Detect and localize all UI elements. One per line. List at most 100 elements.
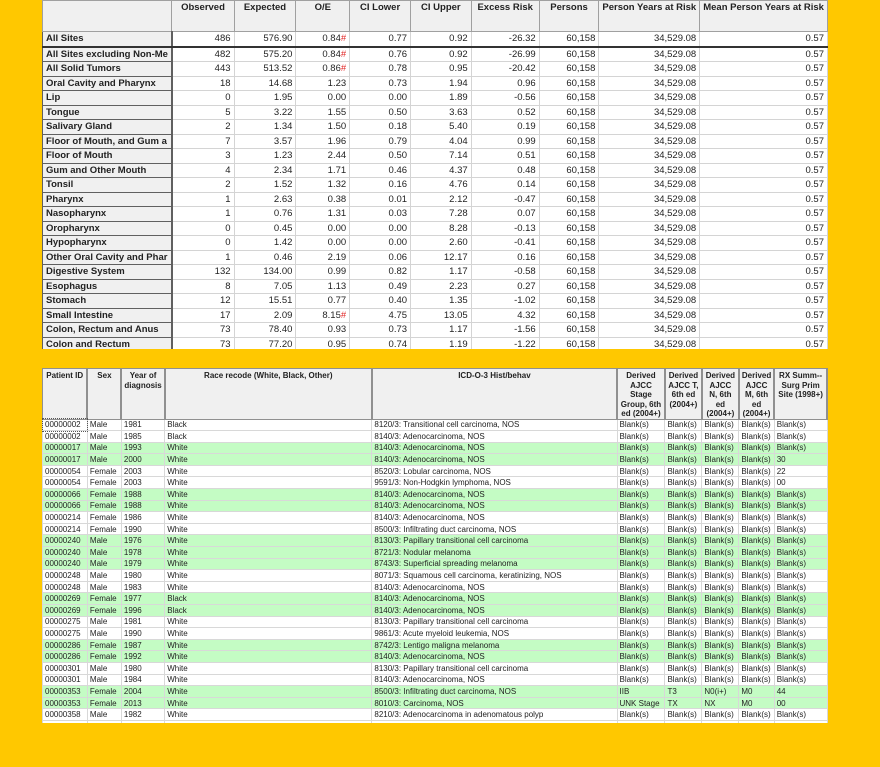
site-label[interactable]: Colon, Rectum and Anus bbox=[42, 322, 173, 338]
table-row[interactable]: Pharynx 1 2.63 0.38 0.01 2.12 -0.47 60,158 34,52… bbox=[42, 191, 828, 207]
site-label[interactable]: Oropharynx bbox=[42, 220, 173, 236]
table-row[interactable]: 00000248 Male 1983 White 8140/3: Adenocarcin… bbox=[42, 580, 828, 594]
table-row[interactable]: All Solid Tumors 443 513.52 0.86# 0.78 0.95 -2… bbox=[42, 61, 828, 77]
site-label[interactable]: Tonsil bbox=[42, 177, 173, 193]
table-row[interactable]: 00000054 Female 2003 White 9591/3: Non-Hodgk… bbox=[42, 476, 828, 490]
table-row[interactable]: Other Oral Cavity and Phar 1 0.46 2.19 0.06 1… bbox=[42, 249, 828, 265]
column-header[interactable]: ICD-O-3 Hist/behav bbox=[371, 368, 619, 420]
column-header[interactable]: O/E bbox=[295, 0, 351, 32]
table-row[interactable]: Oropharynx 0 0.45 0.00 0.00 8.28 -0.13 60,158 34… bbox=[42, 220, 828, 236]
table-row[interactable]: 00000240 Male 1978 White 8721/3: Nodular mel… bbox=[42, 546, 828, 559]
table-row[interactable]: 00000002 Male 1985 Black 8140/3: Adenocarcin… bbox=[42, 430, 828, 443]
column-header[interactable]: Derived AJCC T, 6th ed (2004+) bbox=[664, 368, 703, 420]
column-header[interactable]: Persons bbox=[538, 0, 600, 32]
site-label[interactable]: Salivary Gland bbox=[42, 119, 173, 135]
table-row[interactable]: Floor of Mouth, and Gum a 7 3.57 1.96 0.79 4.… bbox=[42, 133, 828, 149]
table-row[interactable]: All Sites 486 576.90 0.84# 0.77 0.92 -26.32 60,… bbox=[42, 31, 828, 48]
table-row[interactable]: 00000275 Male 1981 White 8130/3: Papillary t… bbox=[42, 615, 828, 629]
table-row[interactable]: 00000017 Male 2000 White 8140/3: Adenocarcin… bbox=[42, 453, 828, 466]
table-row[interactable]: Hypopharynx 0 1.42 0.00 0.00 2.60 -0.41 60,158 3… bbox=[42, 235, 828, 251]
table-row[interactable]: 00000301 Male 1984 White 8140/3: Adenocarcin… bbox=[42, 673, 828, 687]
column-header[interactable]: CI Lower bbox=[349, 0, 412, 32]
table-row[interactable]: 00000286 Female 1987 White 8742/3: Lentigo m… bbox=[42, 638, 828, 652]
table-cell: Blank(s) bbox=[773, 430, 828, 443]
column-header[interactable]: Year of diagnosis bbox=[120, 368, 166, 420]
table-row[interactable]: Colon and Rectum 73 77.20 0.95 0.74 1.19 -1.22… bbox=[42, 336, 828, 349]
table-row[interactable]: 00000269 Female 1977 Black 8140/3: Adenocarc… bbox=[42, 592, 828, 605]
table-cell: 00000054 bbox=[42, 464, 88, 478]
table-row[interactable]: 00000353 Female 2013 White 8010/3: Carcinoma… bbox=[42, 696, 828, 710]
table-row[interactable]: 00000240 Male 1979 White 8743/3: Superficial… bbox=[42, 557, 828, 571]
site-label[interactable]: Digestive System bbox=[42, 264, 173, 280]
table-row[interactable]: 00000214 Female 1990 White 8500/3: Infiltrat… bbox=[42, 522, 828, 536]
table-row[interactable]: Nasopharynx 1 0.76 1.31 0.03 7.28 0.07 60,158 34… bbox=[42, 206, 828, 222]
column-header[interactable]: Mean Person Years at Risk bbox=[699, 0, 828, 32]
column-header[interactable]: Excess Risk bbox=[470, 0, 540, 32]
site-label[interactable]: Pharynx bbox=[42, 191, 173, 207]
table-row[interactable]: 00000214 Female 1986 White 8140/3: Adenocarc… bbox=[42, 511, 828, 524]
table-row[interactable]: 00000066 Female 1988 White 8140/3: Adenocarc… bbox=[42, 499, 828, 513]
site-label[interactable]: Lip bbox=[42, 90, 173, 106]
site-label[interactable]: Floor of Mouth, and Gum a bbox=[42, 133, 173, 149]
table-cell: 34,529.08 bbox=[598, 278, 701, 294]
table-row[interactable]: Colon, Rectum and Anus 73 78.40 0.93 0.73 1.1… bbox=[42, 322, 828, 338]
column-header[interactable]: Sex bbox=[86, 368, 123, 420]
column-header[interactable] bbox=[42, 0, 173, 32]
table-cell: 0.82 bbox=[349, 264, 412, 280]
column-header[interactable]: Derived AJCC N, 6th ed (2004+) bbox=[701, 368, 740, 420]
column-header[interactable]: Observed bbox=[171, 0, 235, 32]
table-cell: Blank(s) bbox=[773, 418, 828, 432]
site-label[interactable]: All Sites excluding Non-Me bbox=[42, 46, 173, 62]
site-label[interactable]: Tongue bbox=[42, 104, 173, 120]
table-row[interactable]: Digestive System 132 134.00 0.99 0.82 1.17 -0.… bbox=[42, 264, 828, 280]
table-row[interactable]: 00000017 Male 1993 White 8140/3: Adenocarcin… bbox=[42, 441, 828, 455]
table-row[interactable]: Tonsil 2 1.52 1.32 0.16 4.76 0.14 60,158 34,529.… bbox=[42, 177, 828, 193]
table-cell: Blank(s) bbox=[738, 476, 775, 490]
site-label[interactable]: All Solid Tumors bbox=[42, 61, 173, 77]
table-cell: 60,158 bbox=[538, 75, 600, 91]
column-header[interactable]: Expected bbox=[233, 0, 297, 32]
table-row[interactable]: 00000054 Female 2003 White 8520/3: Lobular c… bbox=[42, 464, 828, 478]
column-header[interactable]: Derived AJCC Stage Group, 6th ed (2004+) bbox=[616, 368, 666, 420]
table-row[interactable]: 00000248 Male 1980 White 8071/3: Squamous ce… bbox=[42, 569, 828, 582]
site-label[interactable]: Stomach bbox=[42, 293, 173, 309]
table-row[interactable]: 00000002 Male 1981 Black 8120/3: Transitiona… bbox=[42, 418, 828, 432]
table-cell: 00000002 bbox=[42, 430, 88, 443]
table-row[interactable]: All Sites excluding Non-Me 482 575.20 0.84#… bbox=[42, 46, 828, 62]
table-row[interactable]: 00000353 Female 2004 White 8500/3: Infiltrat… bbox=[42, 685, 828, 698]
site-label[interactable]: Gum and Other Mouth bbox=[42, 162, 173, 178]
column-header[interactable]: Patient ID bbox=[42, 368, 89, 420]
site-label[interactable]: Hypopharynx bbox=[42, 235, 173, 251]
table-row[interactable]: Lip 0 1.95 0.00 0.00 1.89 -0.56 60,158 34,529.08… bbox=[42, 90, 828, 106]
table-row[interactable]: Tongue 5 3.22 1.55 0.50 3.63 0.52 60,158 34,529.… bbox=[42, 104, 828, 120]
table-row[interactable]: Stomach 12 15.51 0.77 0.40 1.35 -1.02 60,158 34,… bbox=[42, 293, 828, 309]
table-row[interactable]: Small Intestine 17 2.09 8.15# 4.75 13.05 4.32 6… bbox=[42, 307, 828, 323]
site-label[interactable]: Floor of Mouth bbox=[42, 148, 173, 164]
column-header[interactable]: Person Years at Risk bbox=[598, 0, 701, 32]
column-header[interactable]: CI Upper bbox=[410, 0, 472, 32]
column-header[interactable]: Derived AJCC M, 6th ed (2004+) bbox=[738, 368, 776, 420]
table-row[interactable]: 00000269 Female 1996 Black 8140/3: Adenocarc… bbox=[42, 604, 828, 617]
table-row[interactable]: 00000275 Male 1990 White 9861/3: Acute myelo… bbox=[42, 627, 828, 640]
site-label[interactable]: Nasopharynx bbox=[42, 206, 173, 222]
table-row[interactable]: 00000066 Female 1988 White 8140/3: Adenocarc… bbox=[42, 488, 828, 501]
table-row[interactable]: 00000358 Male 1982 White 8210/3: Adenocarcin… bbox=[42, 708, 828, 721]
table-row[interactable]: Salivary Gland 2 1.34 1.50 0.18 5.40 0.19 60,15… bbox=[42, 119, 828, 135]
table-cell: 8140/3: Adenocarcinoma, NOS bbox=[371, 719, 618, 723]
site-label[interactable]: Small Intestine bbox=[42, 307, 173, 323]
table-row[interactable]: Esophagus 8 7.05 1.13 0.49 2.23 0.27 60,158 34,5… bbox=[42, 278, 828, 294]
table-row[interactable]: 00000301 Male 1980 White 8130/3: Papillary t… bbox=[42, 661, 828, 675]
site-label[interactable]: Colon and Rectum bbox=[42, 336, 173, 349]
column-header[interactable]: Race recode (White, Black, Other) bbox=[164, 368, 373, 420]
site-label[interactable]: All Sites bbox=[42, 31, 173, 48]
site-label[interactable]: Oral Cavity and Pharynx bbox=[42, 75, 173, 91]
table-row[interactable]: Oral Cavity and Pharynx 18 14.68 1.23 0.73 1.… bbox=[42, 75, 828, 91]
table-row[interactable]: 00000286 Female 1992 White 8140/3: Adenocarc… bbox=[42, 650, 828, 663]
column-header[interactable]: RX Summ--Surg Prim Site (1998+) bbox=[773, 368, 828, 420]
table-row[interactable]: 00000240 Male 1976 White 8130/3: Papillary t… bbox=[42, 534, 828, 548]
table-row[interactable]: Gum and Other Mouth 4 2.34 1.71 0.46 4.37 0.48… bbox=[42, 162, 828, 178]
site-label[interactable]: Other Oral Cavity and Phar bbox=[42, 249, 173, 265]
table-row[interactable]: Floor of Mouth 3 1.23 2.44 0.50 7.14 0.51 60,15… bbox=[42, 148, 828, 164]
site-label[interactable]: Esophagus bbox=[42, 278, 173, 294]
table-row[interactable]: 00000358Male1983White8140/3: Adenocarcin… bbox=[42, 719, 828, 723]
